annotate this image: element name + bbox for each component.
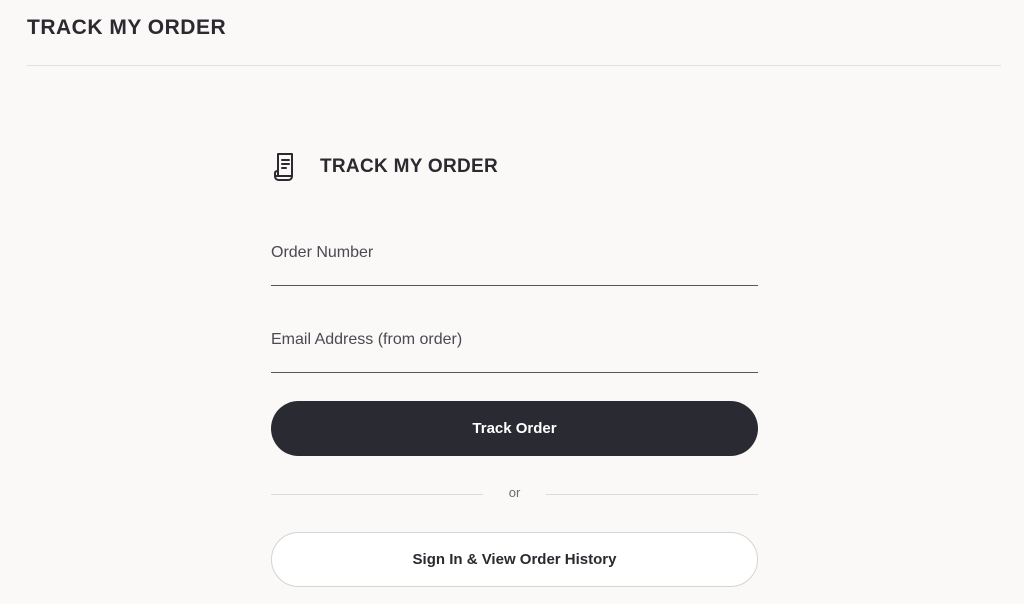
order-number-field <box>271 238 758 286</box>
track-order-form: TRACK MY ORDER Track Order or Sign In & … <box>271 150 758 587</box>
track-order-button[interactable]: Track Order <box>271 401 758 456</box>
form-header: TRACK MY ORDER <box>271 150 758 184</box>
or-label: or <box>508 485 521 500</box>
sign-in-order-history-button[interactable]: Sign In & View Order History <box>271 532 758 587</box>
order-number-input[interactable] <box>271 238 758 268</box>
receipt-icon <box>271 151 299 183</box>
page-title: TRACK MY ORDER <box>27 16 227 39</box>
or-separator: or <box>271 484 758 504</box>
email-field <box>271 325 758 373</box>
track-order-page: TRACK MY ORDER TRACK MY ORDER Track Or <box>0 0 1024 604</box>
or-line-right <box>546 494 758 495</box>
form-title: TRACK MY ORDER <box>320 156 499 177</box>
header-divider <box>27 65 1001 66</box>
email-input[interactable] <box>271 325 758 355</box>
